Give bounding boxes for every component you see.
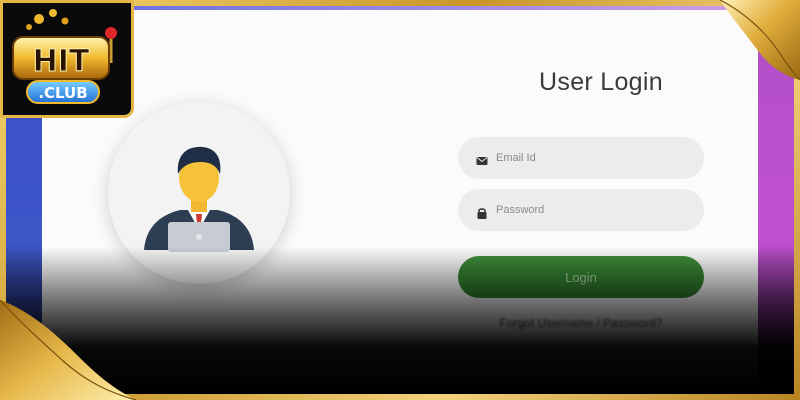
user-avatar-icon: [144, 146, 254, 252]
forgot-password-link[interactable]: Forgot Username / Password?: [458, 316, 704, 330]
hitclub-logo: HIT .CLUB: [0, 0, 134, 118]
avatar: [108, 102, 290, 284]
page-curl-bottom-left: [0, 299, 137, 400]
password-field[interactable]: [458, 189, 704, 231]
logo-text: HIT: [33, 44, 90, 79]
page-curl-top-right: [719, 0, 800, 81]
logo-subtext: .CLUB: [38, 84, 87, 102]
email-input[interactable]: [496, 152, 686, 164]
lock-icon: [476, 204, 488, 219]
email-field[interactable]: [458, 137, 704, 179]
envelope-icon: [476, 152, 488, 165]
password-input[interactable]: [496, 204, 686, 216]
login-button[interactable]: Login: [458, 256, 704, 298]
